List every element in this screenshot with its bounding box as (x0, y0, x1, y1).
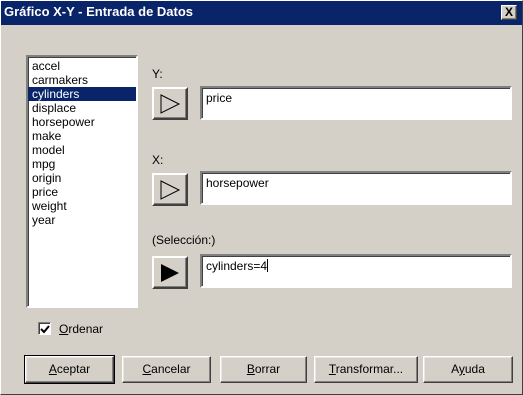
transform-button[interactable]: Transformar... (314, 356, 418, 383)
cancel-button[interactable]: Cancelar (122, 356, 211, 383)
right-triangle-outline-icon (160, 94, 181, 114)
list-item[interactable]: horsepower (28, 115, 136, 129)
x-field-value: horsepower (206, 176, 269, 190)
y-add-button[interactable] (152, 87, 188, 120)
y-field[interactable]: price (200, 86, 512, 120)
list-item[interactable]: accel (28, 59, 136, 73)
y-field-value: price (206, 91, 233, 105)
x-add-button[interactable] (152, 173, 188, 206)
checkmark-icon (40, 325, 50, 334)
list-item[interactable]: weight (28, 199, 136, 213)
list-item[interactable]: mpg (28, 157, 136, 171)
right-triangle-outline-icon (160, 180, 181, 200)
close-button[interactable]: X (501, 5, 517, 20)
sort-checkbox[interactable] (38, 322, 51, 335)
clear-button[interactable]: Borrar (220, 356, 307, 383)
x-field[interactable]: horsepower (200, 171, 512, 205)
text-caret (267, 259, 269, 272)
list-item[interactable]: model (28, 143, 136, 157)
sort-checkbox-label: Ordenar (59, 322, 104, 336)
list-item[interactable]: price (28, 185, 136, 199)
list-item[interactable]: origin (28, 171, 136, 185)
list-item[interactable]: displace (28, 101, 136, 115)
dialog-window: Gráfico X-Y - Entrada de Datos X accel ca… (0, 0, 523, 395)
window-title: Gráfico X-Y - Entrada de Datos (4, 4, 194, 19)
list-item[interactable]: carmakers (28, 73, 136, 87)
variable-list[interactable]: accel carmakers cylinders displace horsepowe… (26, 55, 138, 308)
close-icon: X (504, 5, 513, 19)
list-item[interactable]: cylinders (28, 87, 136, 101)
title-bar[interactable]: Gráfico X-Y - Entrada de Datos X (1, 1, 522, 25)
list-item[interactable]: make (28, 129, 136, 143)
selection-label: (Selección:) (152, 233, 216, 247)
list-item[interactable]: year (28, 213, 136, 227)
right-triangle-filled-icon (161, 264, 179, 282)
y-label: Y: (152, 67, 163, 81)
selection-add-button[interactable] (152, 256, 188, 289)
selection-field-value: cylinders=4 (206, 259, 268, 273)
selection-field[interactable]: cylinders=4 (200, 254, 512, 288)
x-label: X: (152, 153, 164, 167)
accept-button[interactable]: Aceptar (24, 355, 115, 384)
help-button[interactable]: Ayuda (423, 356, 513, 383)
